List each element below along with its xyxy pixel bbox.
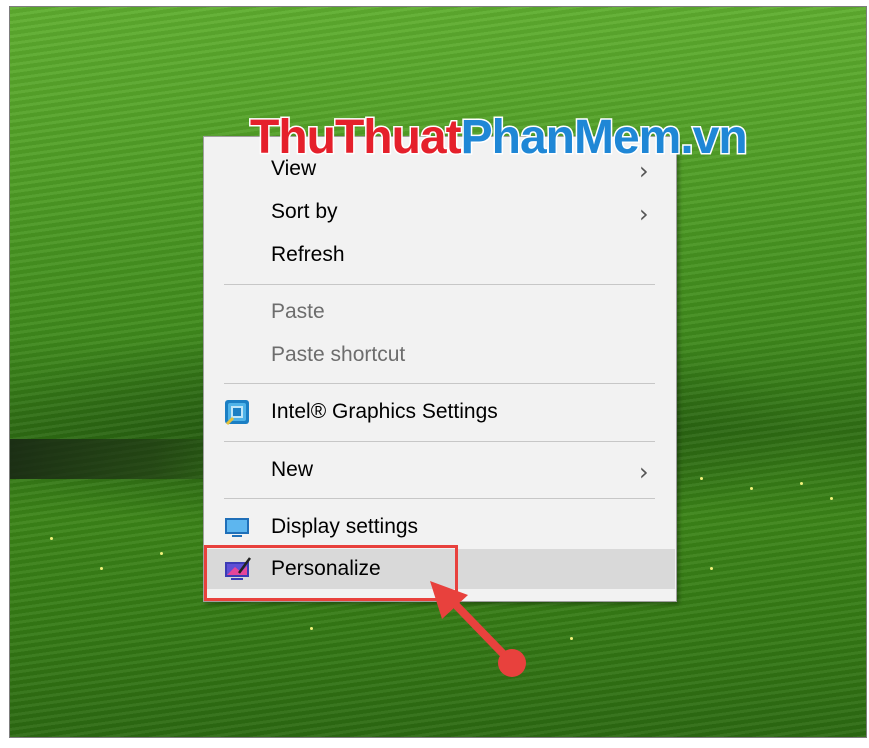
flower-dot (800, 482, 803, 485)
menu-item-paste-shortcut: Paste shortcut (205, 335, 675, 375)
menu-item-label: New (271, 458, 314, 481)
watermark-part-3: .vn (679, 110, 749, 166)
menu-item-label: Paste shortcut (271, 343, 406, 366)
flower-dot (100, 567, 103, 570)
flower-dot (310, 627, 313, 630)
pointer-arrow-icon (430, 581, 526, 677)
menu-item-label: Paste (271, 300, 325, 323)
watermark-logo: ThuThuatPhanMem.vn (249, 110, 750, 166)
watermark-part-1: ThuThuat (249, 110, 464, 166)
menu-separator (224, 284, 655, 285)
intel-graphics-icon (225, 400, 249, 426)
flower-dot (160, 552, 163, 555)
menu-separator (224, 383, 655, 384)
menu-separator (224, 441, 655, 442)
menu-item-sort-by[interactable]: Sort by › (205, 192, 675, 232)
watermark-part-2: PhanMem (459, 110, 683, 166)
menu-item-display-settings[interactable]: Display settings (205, 507, 675, 547)
flower-dot (710, 567, 713, 570)
flower-dot (50, 537, 53, 540)
menu-item-paste: Paste (205, 292, 675, 332)
menu-item-label: Display settings (271, 515, 419, 538)
menu-item-intel-graphics[interactable]: Intel® Graphics Settings (205, 392, 675, 432)
menu-item-new[interactable]: New › (205, 450, 675, 490)
chevron-right-icon: › (639, 200, 649, 228)
flower-dot (700, 477, 703, 480)
chevron-right-icon: › (639, 458, 649, 486)
flower-dot (830, 497, 833, 500)
flower-dot (570, 637, 573, 640)
menu-item-label: Sort by (271, 200, 338, 223)
menu-separator (224, 498, 655, 499)
desktop-context-menu: View › Sort by › Refresh Paste Paste sho… (203, 136, 677, 602)
flower-dot (750, 487, 753, 490)
menu-item-refresh[interactable]: Refresh (205, 235, 675, 275)
display-icon (225, 518, 249, 537)
menu-item-label: Refresh (271, 243, 345, 266)
menu-item-label: Intel® Graphics Settings (271, 400, 498, 423)
